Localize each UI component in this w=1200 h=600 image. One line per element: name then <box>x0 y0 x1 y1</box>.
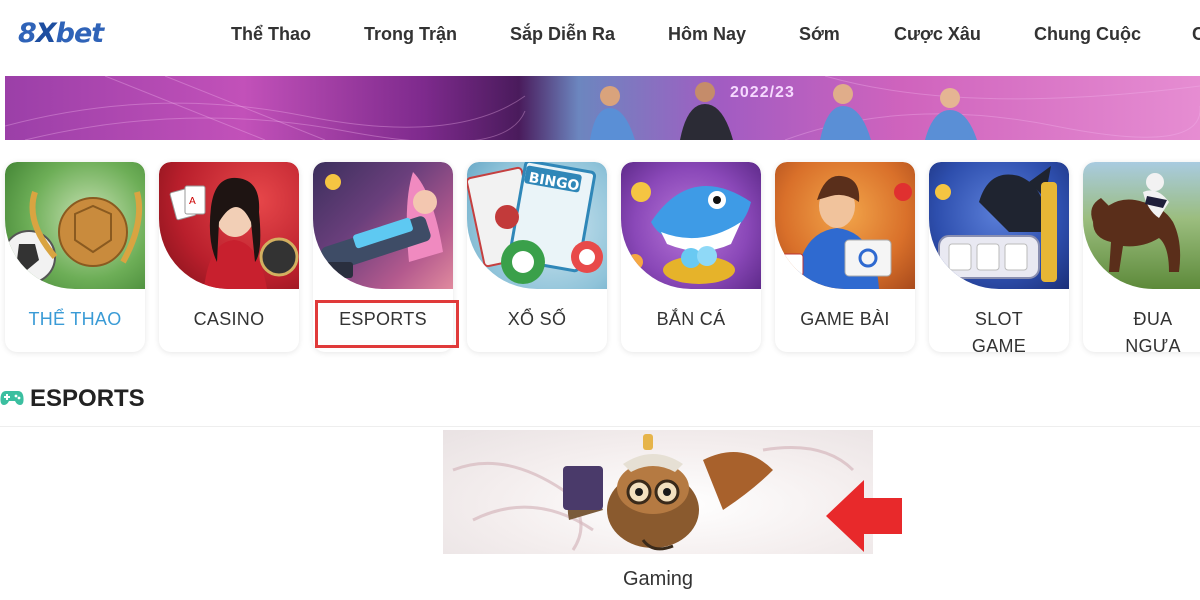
fish-shooting-icon <box>621 162 761 289</box>
category-label: SLOT GAME <box>929 306 1069 352</box>
banner-season: 2022/23 <box>730 84 795 101</box>
casino-cards-icon: A <box>159 162 299 289</box>
esports-highlight-box <box>315 300 459 348</box>
category-card-slot-game[interactable]: SLOT GAME <box>929 162 1069 352</box>
category-label: CASINO <box>193 309 265 329</box>
gaming-product-image[interactable] <box>443 430 873 554</box>
top-navigation: 8Xbet Thể Thao Trong Trận Sắp Diễn Ra Hô… <box>0 0 1200 68</box>
card-game-icon <box>775 162 915 289</box>
category-card-fishing[interactable]: BẮN CÁ <box>621 162 761 352</box>
category-label: GAME BÀI <box>800 309 890 329</box>
category-label: XỔ SỐ <box>507 309 567 329</box>
category-label-line1: ĐUA <box>1133 309 1173 329</box>
category-label: THỂ THAO <box>28 309 122 329</box>
section-divider <box>0 426 1200 427</box>
category-label-line2: NGỰA <box>1125 336 1181 352</box>
svg-text:8Xbet: 8Xbet <box>18 18 105 49</box>
nav-more[interactable]: C <box>1192 22 1200 46</box>
esports-owl-hero-icon <box>452 434 855 551</box>
nav-early[interactable]: Sớm <box>799 22 840 46</box>
sports-trophy-icon <box>5 162 145 289</box>
nav-in-play[interactable]: Trong Trận <box>364 22 457 46</box>
nav-upcoming[interactable]: Sắp Diễn Ra <box>510 22 615 46</box>
nav-today[interactable]: Hôm Nay <box>668 22 746 46</box>
category-card-sports[interactable]: THỂ THAO <box>5 162 145 352</box>
category-card-horse-racing[interactable]: ĐUA NGỰA <box>1083 162 1200 352</box>
gaming-product-label[interactable]: Gaming <box>443 566 873 592</box>
red-arrow-icon <box>826 480 902 552</box>
nav-outright[interactable]: Chung Cuộc <box>1034 22 1141 46</box>
gamepad-icon <box>0 390 24 406</box>
lottery-bingo-icon: BINGO <box>467 162 607 289</box>
category-card-lottery[interactable]: BINGO XỔ SỐ <box>467 162 607 352</box>
category-card-casino[interactable]: A CASINO <box>159 162 299 352</box>
nav-sports[interactable]: Thể Thao <box>231 22 311 46</box>
category-card-card-games[interactable]: GAME BÀI <box>775 162 915 352</box>
category-label: BẮN CÁ <box>656 309 726 329</box>
horse-racing-icon <box>1083 162 1200 289</box>
promo-banner[interactable]: 2022/23 <box>5 76 1200 140</box>
brand-logo[interactable]: 8Xbet <box>18 14 138 50</box>
category-label-line2: GAME <box>971 336 1027 352</box>
category-label: ĐUA NGỰA <box>1083 306 1200 352</box>
nav-parlay[interactable]: Cược Xâu <box>894 22 981 46</box>
svg-text:A: A <box>189 196 196 207</box>
esports-gun-icon <box>313 162 453 289</box>
category-label-line1: SLOT <box>974 309 1024 329</box>
section-title: ESPORTS <box>30 385 145 412</box>
slot-machine-icon <box>929 162 1069 289</box>
banner-pattern <box>5 76 1200 140</box>
